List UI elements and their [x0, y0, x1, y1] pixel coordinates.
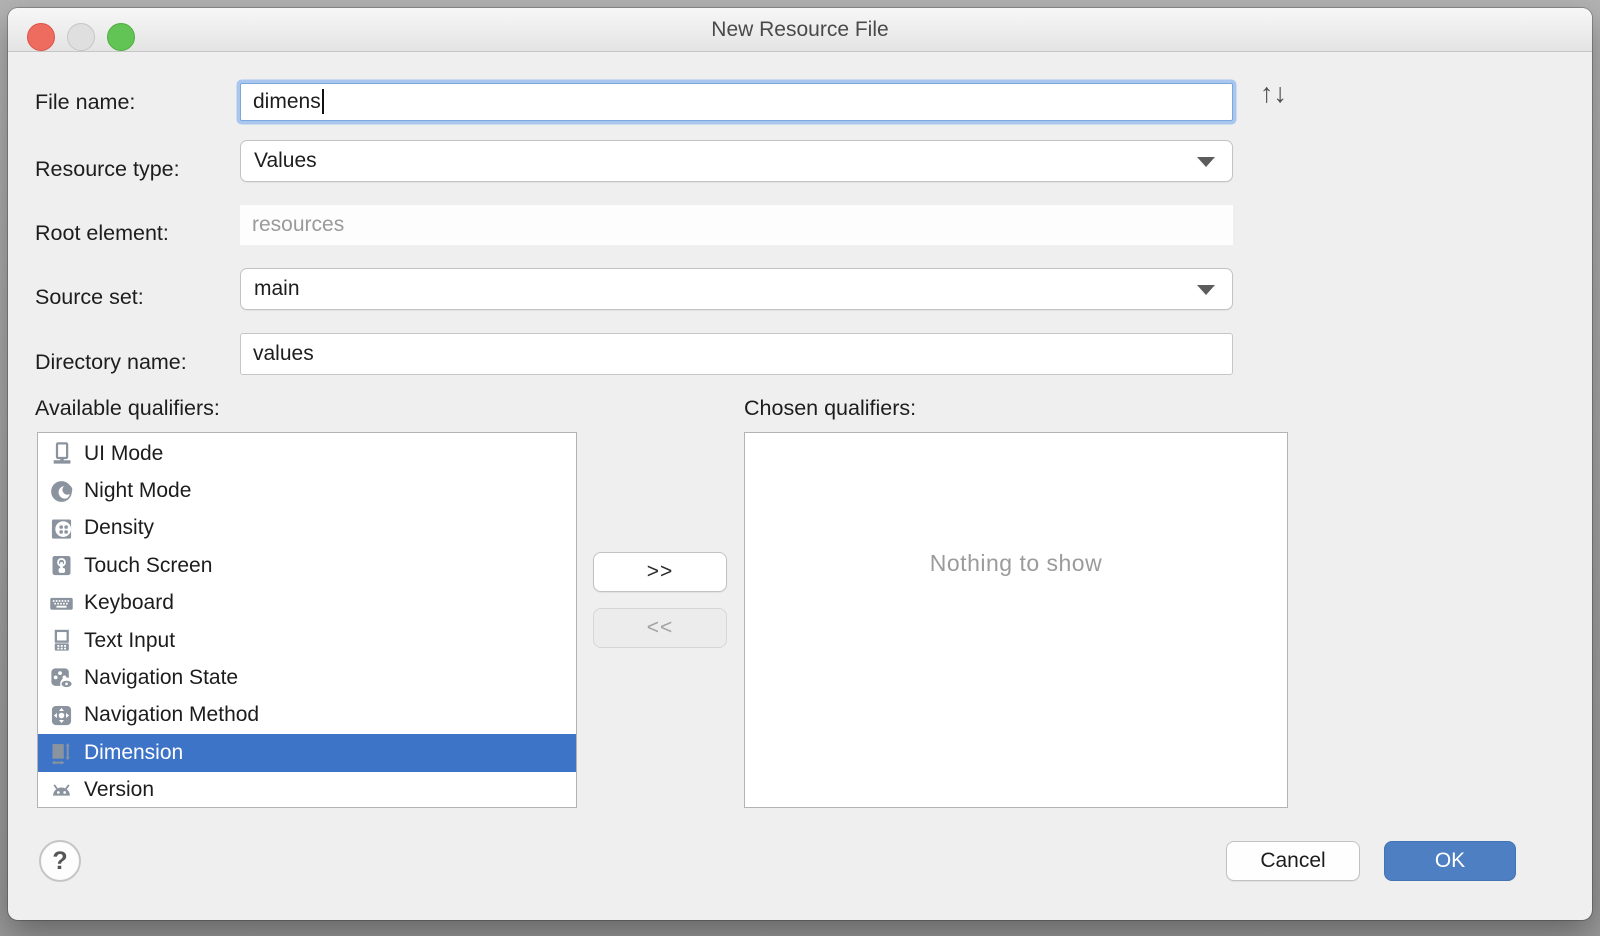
qualifier-item-label: Navigation State [84, 666, 238, 690]
qualifier-item[interactable]: Version [38, 772, 576, 808]
new-resource-file-dialog: New Resource File File name: dimens ↑↓ R… [8, 8, 1592, 920]
qualifier-item[interactable]: Density [38, 510, 576, 547]
file-name-value: dimens [253, 90, 321, 113]
root-element-placeholder: resources [252, 213, 344, 236]
sort-arrows-icon[interactable]: ↑↓ [1260, 78, 1287, 109]
dimension-icon [48, 739, 75, 766]
title-bar: New Resource File [8, 8, 1592, 52]
qualifier-item-label: Navigation Method [84, 703, 259, 727]
available-qualifiers-label: Available qualifiers: [35, 396, 220, 421]
qualifier-item-label: Version [84, 778, 154, 802]
keyboard-icon [48, 590, 75, 617]
qualifier-item[interactable]: Navigation State [38, 659, 576, 696]
qualifier-item[interactable]: Night Mode [38, 472, 576, 509]
version-icon [48, 777, 75, 804]
text-input-icon [48, 627, 75, 654]
qualifier-item[interactable]: Text Input [38, 622, 576, 659]
source-set-label: Source set: [35, 285, 144, 310]
qualifier-item[interactable]: Touch Screen [38, 547, 576, 584]
source-set-value: main [254, 277, 300, 300]
qualifier-item[interactable]: Keyboard [38, 585, 576, 622]
cancel-button[interactable]: Cancel [1226, 841, 1360, 881]
available-qualifiers-list: UI Mode Night Mode Density Touch Screen Keyb… [37, 432, 577, 808]
file-name-label: File name: [35, 90, 135, 115]
directory-name-input[interactable]: values [240, 333, 1233, 375]
chosen-qualifiers-label: Chosen qualifiers: [744, 396, 916, 421]
chevron-down-icon [1197, 157, 1215, 167]
qualifier-item-label: Text Input [84, 629, 175, 653]
source-set-dropdown[interactable]: main [240, 268, 1233, 310]
navigation-method-icon [48, 702, 75, 729]
qualifier-item-label: UI Mode [84, 442, 163, 466]
root-element-label: Root element: [35, 221, 169, 246]
chosen-qualifiers-list: Nothing to show [744, 432, 1288, 808]
resource-type-label: Resource type: [35, 157, 180, 182]
ok-button[interactable]: OK [1384, 841, 1516, 881]
chevron-down-icon [1197, 285, 1215, 295]
text-caret [322, 89, 324, 114]
qualifier-item-label: Night Mode [84, 479, 191, 503]
file-name-input[interactable]: dimens [240, 83, 1233, 121]
qualifier-item-label: Touch Screen [84, 554, 212, 578]
ui-mode-icon [48, 440, 75, 467]
navigation-state-icon [48, 665, 75, 692]
qualifier-item[interactable]: Navigation Method [38, 697, 576, 734]
root-element-input[interactable]: resources [240, 205, 1233, 245]
directory-name-value: values [253, 342, 314, 365]
help-button[interactable]: ? [39, 840, 81, 882]
density-icon [48, 515, 75, 542]
add-qualifier-button[interactable]: >> [593, 552, 727, 592]
touch-screen-icon [48, 552, 75, 579]
qualifier-item-label: Density [84, 516, 154, 540]
directory-name-label: Directory name: [35, 350, 187, 375]
remove-qualifier-button: << [593, 608, 727, 648]
resource-type-value: Values [254, 149, 317, 172]
qualifier-item-label: Keyboard [84, 591, 174, 615]
empty-list-message: Nothing to show [745, 550, 1287, 577]
window-title: New Resource File [8, 8, 1592, 52]
night-mode-icon [48, 478, 75, 505]
resource-type-dropdown[interactable]: Values [240, 140, 1233, 182]
qualifier-item-label: Dimension [84, 741, 183, 765]
qualifier-item[interactable]: Dimension [38, 734, 576, 771]
qualifier-item[interactable]: UI Mode [38, 435, 576, 472]
